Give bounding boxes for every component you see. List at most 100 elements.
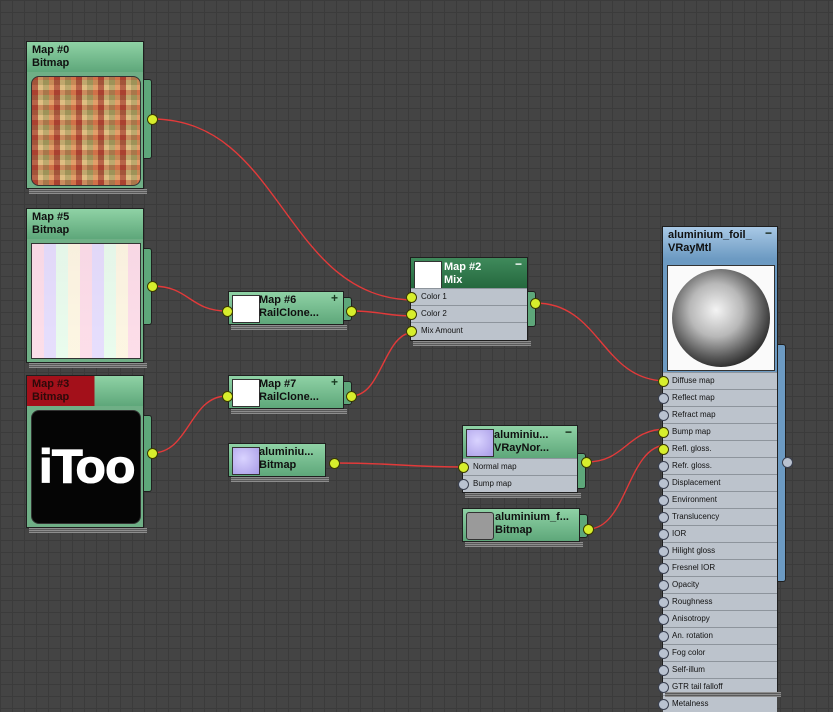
node-material-vraymtl[interactable]: aluminium_foil_ VRayMtl − Diffuse map Re…: [658, 226, 793, 712]
slot-label: Fresnel IOR: [672, 563, 716, 572]
node-stack: [231, 409, 347, 414]
slot-label: Environment: [672, 495, 717, 504]
slot-label: Reflect map: [672, 393, 715, 402]
slot-row[interactable]: Fog color: [658, 644, 777, 661]
slot-input-socket[interactable]: [658, 614, 669, 625]
node-name: Map #0: [32, 44, 70, 56]
slot-input-socket[interactable]: [658, 682, 669, 693]
material-type: VRayMtl: [668, 242, 712, 254]
bitmap-thumbnail: [31, 76, 141, 186]
node-header[interactable]: Map #5 Bitmap: [27, 209, 143, 239]
slot-input-socket[interactable]: [458, 462, 469, 473]
node-header[interactable]: aluminium_foil_ VRayMtl −: [663, 227, 777, 259]
slot-input-socket[interactable]: [658, 478, 669, 489]
slot-row[interactable]: Self-illum: [658, 661, 777, 678]
output-socket-map-0[interactable]: [147, 114, 158, 125]
slot-row[interactable]: Reflect map: [658, 389, 777, 406]
expand-icon[interactable]: +: [331, 291, 338, 305]
node-map-0[interactable]: Map #0 Bitmap: [26, 41, 152, 194]
slot-row[interactable]: Normal map: [458, 458, 577, 475]
slot-row[interactable]: Environment: [658, 491, 777, 508]
slot-row[interactable]: Hilight gloss: [658, 542, 777, 559]
slot-row[interactable]: Refr. gloss.: [658, 457, 777, 474]
slot-input-socket[interactable]: [658, 580, 669, 591]
slot-row[interactable]: Opacity: [658, 576, 777, 593]
slot-input-socket[interactable]: [406, 309, 417, 320]
slot-input-socket[interactable]: [658, 597, 669, 608]
slot-label: An. rotation: [672, 631, 713, 640]
slot-input-socket[interactable]: [658, 393, 669, 404]
node-header[interactable]: aluminiu... VRayNor... −: [463, 426, 577, 458]
slot-row[interactable]: Bump map: [458, 475, 577, 492]
slot-row[interactable]: Refract map: [658, 406, 777, 423]
slot-row[interactable]: Anisotropy: [658, 610, 777, 627]
slot-input-socket[interactable]: [406, 292, 417, 303]
output-socket-map-7[interactable]: [346, 391, 357, 402]
material-output-socket[interactable]: [782, 457, 793, 468]
slot-input-socket[interactable]: [658, 546, 669, 557]
slot-input-socket[interactable]: [658, 444, 669, 455]
slot-row[interactable]: Refl. gloss.: [658, 440, 777, 457]
node-output-tab[interactable]: [528, 291, 536, 327]
slot-input-socket[interactable]: [658, 648, 669, 659]
node-map-2-mix[interactable]: Map #2 Mix − Color 1 Color 2 Mix Amount: [406, 257, 536, 346]
slot-row[interactable]: IOR: [658, 525, 777, 542]
slot-input-socket[interactable]: [658, 529, 669, 540]
collapse-icon[interactable]: −: [515, 258, 522, 271]
slot-row[interactable]: Displacement: [658, 474, 777, 491]
collapse-icon[interactable]: −: [565, 426, 572, 439]
slot-row[interactable]: Color 2: [406, 305, 527, 322]
node-type: Bitmap: [495, 524, 533, 536]
output-socket-map-6[interactable]: [346, 306, 357, 317]
output-socket-map-5[interactable]: [147, 281, 158, 292]
node-aluminium-bitmap-left[interactable]: aluminiu... Bitmap: [228, 443, 329, 482]
slot-row[interactable]: An. rotation: [658, 627, 777, 644]
node-header[interactable]: Map #0 Bitmap: [27, 42, 143, 72]
slot-label: Hilight gloss: [672, 546, 716, 555]
slot-input-socket[interactable]: [658, 410, 669, 421]
slot-row[interactable]: Mix Amount: [406, 322, 527, 339]
output-socket-mix[interactable]: [530, 298, 541, 309]
input-socket-map-6[interactable]: [222, 306, 233, 317]
output-socket-aluminium-f[interactable]: [583, 524, 594, 535]
output-socket-map-3[interactable]: [147, 448, 158, 459]
slot-input-socket[interactable]: [658, 427, 669, 438]
node-stack: [29, 189, 147, 194]
slot-input-socket[interactable]: [406, 326, 417, 337]
slot-input-socket[interactable]: [658, 512, 669, 523]
node-map-5[interactable]: Map #5 Bitmap: [26, 208, 152, 368]
slot-row[interactable]: Color 1: [406, 288, 527, 305]
slot-label: IOR: [672, 529, 687, 538]
slot-row[interactable]: Roughness: [658, 593, 777, 610]
node-map-7[interactable]: Map #7 RailClone... +: [228, 375, 352, 414]
slot-row[interactable]: Fresnel IOR: [658, 559, 777, 576]
node-map-6[interactable]: Map #6 RailClone... +: [228, 291, 352, 330]
slot-input-socket[interactable]: [658, 563, 669, 574]
node-header[interactable]: Map #2 Mix −: [411, 258, 527, 289]
connection-wire: [585, 428, 668, 463]
node-map-3[interactable]: Map #3 Bitmap iToo: [26, 375, 152, 533]
expand-icon[interactable]: +: [331, 375, 338, 389]
node-aluminium-bitmap-f[interactable]: aluminium_f... Bitmap: [462, 508, 588, 547]
slot-label: Displacement: [672, 478, 721, 487]
connection-wire: [151, 118, 416, 301]
slot-input-socket[interactable]: [658, 699, 669, 710]
output-socket-vraynormal[interactable]: [581, 457, 592, 468]
slot-input-socket[interactable]: [658, 665, 669, 676]
collapse-icon[interactable]: −: [765, 227, 772, 240]
sphere-preview-icon: [668, 266, 774, 370]
slot-input-socket[interactable]: [658, 461, 669, 472]
slot-row[interactable]: Metalness: [658, 695, 777, 712]
slot-input-socket[interactable]: [658, 631, 669, 642]
node-stack: [413, 341, 531, 346]
output-socket-aluminium-left[interactable]: [329, 458, 340, 469]
input-socket-map-7[interactable]: [222, 391, 233, 402]
slot-row[interactable]: Translucency: [658, 508, 777, 525]
slot-input-socket[interactable]: [658, 376, 669, 387]
node-header[interactable]: Map #3 Bitmap: [27, 376, 143, 406]
slot-input-socket[interactable]: [658, 495, 669, 506]
slot-row[interactable]: Bump map: [658, 423, 777, 440]
slot-row[interactable]: Diffuse map: [658, 372, 777, 389]
node-vraynormal[interactable]: aluminiu... VRayNor... − Normal map Bump …: [458, 425, 586, 498]
slot-input-socket[interactable]: [458, 479, 469, 490]
